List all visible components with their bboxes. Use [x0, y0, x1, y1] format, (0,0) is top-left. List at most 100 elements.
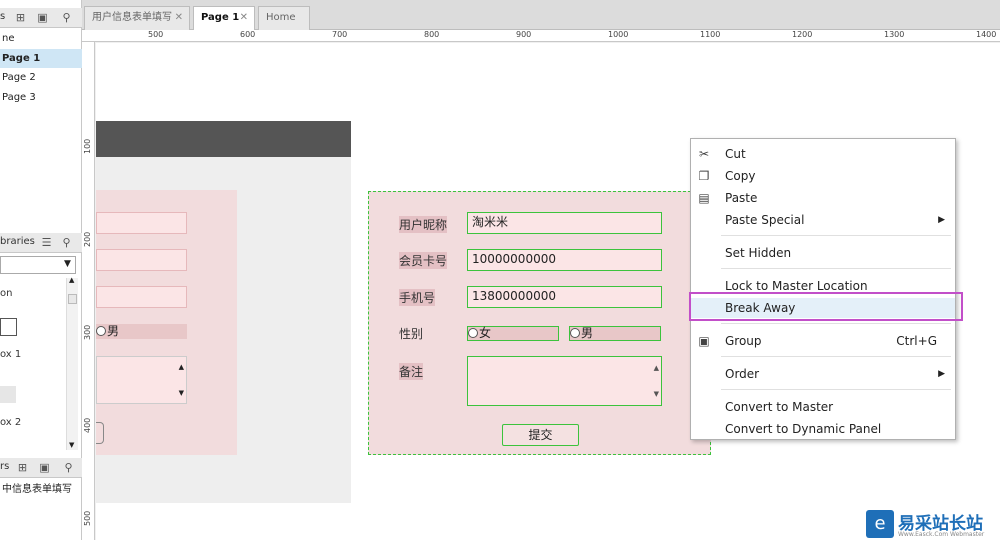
left-sidebar: s ⊞ ▣ ⚲ ne Page 1 Page 2 Page 3 braries …	[0, 0, 82, 540]
menu-item-paste-special[interactable]: Paste Special ▶	[691, 210, 955, 230]
menu-item-order[interactable]: Order ▶	[691, 364, 955, 384]
tab-user-form[interactable]: 用户信息表单填写 ✕	[84, 6, 190, 30]
left-card-input[interactable]	[96, 249, 187, 271]
menu-separator	[721, 356, 951, 357]
nickname-input[interactable]: 淘米米	[467, 212, 662, 234]
scroll-up-icon[interactable]: ▲	[654, 359, 659, 377]
chevron-right-icon: ▶	[938, 369, 945, 379]
menu-item-convert-master[interactable]: Convert to Master	[691, 397, 955, 417]
page-item-page-2[interactable]: Page 2	[0, 68, 82, 87]
tab-page-1[interactable]: Page 1 ✕	[193, 6, 255, 31]
library-widget-thumb[interactable]	[0, 386, 16, 403]
radio-icon	[570, 328, 580, 338]
add-folder-icon[interactable]: ▣	[36, 11, 49, 24]
menu-label: Paste	[725, 191, 758, 205]
search-icon[interactable]: ⚲	[60, 11, 73, 24]
menu-label: Convert to Dynamic Panel	[725, 422, 882, 436]
paste-icon: ▤	[698, 191, 710, 205]
library-widget-box[interactable]	[0, 318, 17, 336]
masters-panel-header: rs ⊞ ▣ ⚲	[0, 458, 82, 478]
menu-item-cut[interactable]: ✂ Cut	[691, 144, 955, 164]
ruler-label: 200	[83, 231, 92, 247]
search-icon[interactable]: ⚲	[62, 461, 75, 474]
left-submit-button[interactable]	[96, 422, 104, 444]
scroll-down-icon[interactable]: ▼	[69, 441, 74, 449]
master-item[interactable]: 中信息表单填写	[0, 480, 82, 499]
watermark-logo-icon: e	[866, 510, 894, 538]
page-item-home[interactable]: ne	[0, 29, 82, 48]
menu-icon[interactable]: ☰	[40, 236, 53, 249]
group-icon: ▣	[698, 334, 710, 348]
menu-item-set-hidden[interactable]: Set Hidden	[691, 243, 955, 263]
menu-label: Paste Special	[725, 213, 805, 227]
menu-item-copy[interactable]: ❐ Copy	[691, 166, 955, 186]
radio-icon	[96, 326, 106, 336]
page-item-page-1[interactable]: Page 1	[0, 49, 82, 68]
card-input[interactable]: 10000000000	[467, 249, 662, 271]
libraries-scrollbar[interactable]: ▲ ▼	[66, 276, 78, 450]
add-master-icon[interactable]: ⊞	[16, 461, 29, 474]
card-label: 会员卡号	[399, 252, 448, 269]
menu-label: Copy	[725, 169, 756, 183]
radio-label: 男	[581, 326, 594, 340]
highlight-annotation	[689, 292, 963, 321]
menu-shortcut: Ctrl+G	[896, 334, 937, 348]
menu-label: Convert to Master	[725, 400, 834, 414]
menu-separator	[721, 323, 951, 324]
gender-female-radio[interactable]: 女	[467, 326, 559, 341]
ruler-label: 1000	[608, 30, 629, 39]
menu-separator	[721, 268, 951, 269]
menu-label: Order	[725, 367, 760, 381]
form-master-instance[interactable]: 用户昵称 淘米米 会员卡号 10000000000 手机号 1380000000…	[368, 191, 711, 455]
menu-label: Cut	[725, 147, 746, 161]
menu-separator	[721, 389, 951, 390]
page-item-page-3[interactable]: Page 3	[0, 88, 82, 107]
ruler-label: 700	[332, 30, 348, 39]
menu-item-convert-dynamic-panel[interactable]: Convert to Dynamic Panel	[691, 419, 955, 439]
left-nickname-input[interactable]	[96, 212, 187, 234]
scroll-up-icon[interactable]: ▲	[69, 276, 74, 284]
ruler-label: 100	[83, 138, 92, 154]
close-icon[interactable]: ✕	[240, 7, 248, 29]
ruler-label: 500	[83, 510, 92, 526]
masters-panel-title: rs	[0, 461, 10, 472]
library-item-3[interactable]: ox 2	[0, 417, 21, 428]
left-gender-radio[interactable]: 男	[96, 324, 187, 339]
copy-icon: ❐	[698, 169, 710, 183]
phone-input[interactable]: 13800000000	[467, 286, 662, 308]
gender-male-radio[interactable]: 男	[569, 326, 661, 341]
tab-label: Home	[266, 12, 296, 23]
chevron-right-icon: ▶	[938, 215, 945, 225]
menu-label: Lock to Master Location	[725, 279, 868, 293]
scroll-down-icon[interactable]: ▼	[654, 385, 659, 403]
library-item-1[interactable]: on	[0, 288, 12, 299]
submit-button[interactable]: 提交	[502, 424, 579, 446]
pages-panel-header: s ⊞ ▣ ⚲	[0, 8, 82, 28]
left-form-panel[interactable]: 男 ▲ ▼	[96, 190, 237, 455]
menu-item-paste[interactable]: ▤ Paste	[691, 188, 955, 208]
scrollbar-thumb[interactable]	[68, 294, 77, 304]
watermark: e 易采站长站 Www.Easck.Com Webmaster	[864, 508, 1000, 540]
context-menu: ✂ Cut ❐ Copy ▤ Paste Paste Special ▶ Set…	[690, 138, 956, 440]
library-dropdown[interactable]: ▼	[0, 256, 76, 274]
menu-label: Set Hidden	[725, 246, 792, 260]
header-bar[interactable]	[96, 121, 351, 157]
left-note-textarea[interactable]: ▲ ▼	[96, 356, 187, 404]
menu-item-group[interactable]: ▣ Group Ctrl+G	[691, 331, 955, 351]
search-icon[interactable]: ⚲	[60, 236, 73, 249]
document-tab-bar: 用户信息表单填写 ✕ Page 1 ✕ Home	[82, 0, 1000, 31]
left-phone-input[interactable]	[96, 286, 187, 308]
library-item-2[interactable]: ox 1	[0, 349, 21, 360]
note-textarea[interactable]: ▲ ▼	[467, 356, 662, 406]
tab-home[interactable]: Home	[258, 6, 310, 30]
scroll-down-icon: ▼	[178, 389, 184, 397]
watermark-subtext: Www.Easck.Com Webmaster	[898, 531, 985, 538]
radio-icon	[468, 328, 478, 338]
note-label: 备注	[399, 363, 424, 380]
vertical-ruler: 100 200 300 400 500	[82, 42, 95, 540]
horizontal-ruler: 500 600 700 800 900 1000 1100 1200 1300 …	[82, 30, 1000, 42]
add-page-icon[interactable]: ⊞	[14, 11, 27, 24]
menu-separator	[721, 235, 951, 236]
close-icon[interactable]: ✕	[175, 7, 183, 29]
add-folder-icon[interactable]: ▣	[38, 461, 51, 474]
